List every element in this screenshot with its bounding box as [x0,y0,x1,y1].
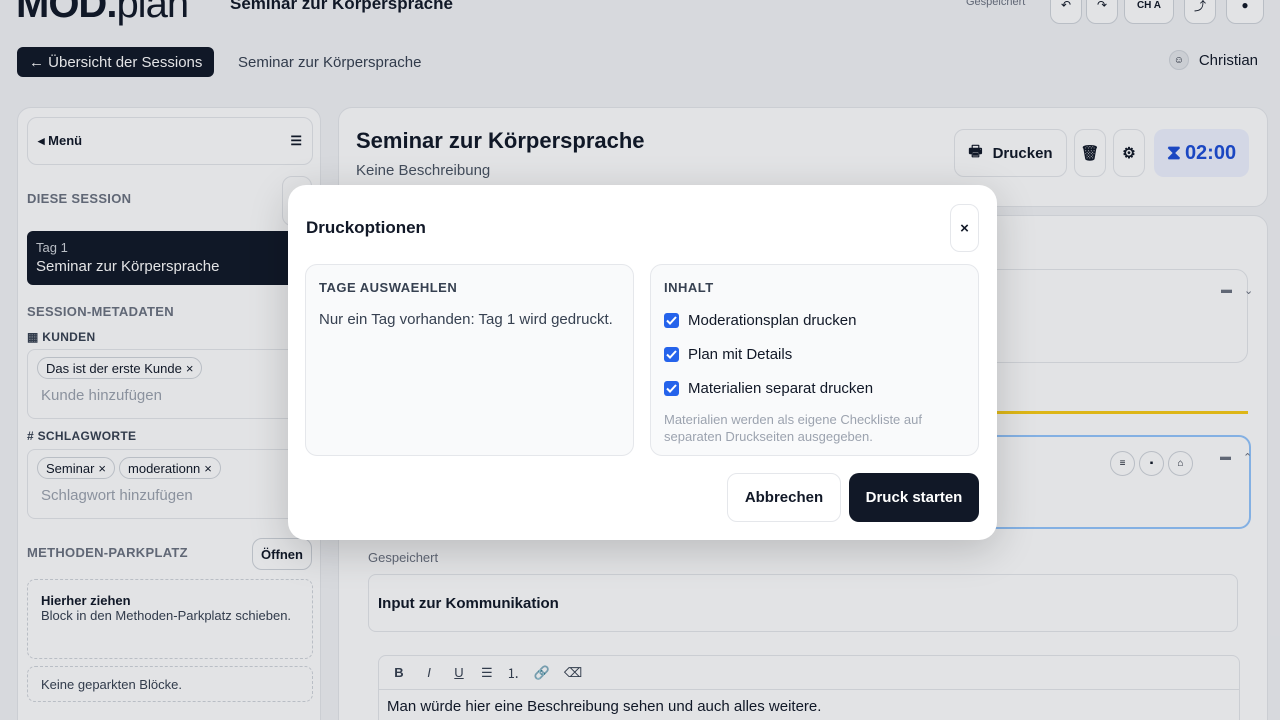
select-days-heading: TAGE AUSWAEHLEN [319,280,458,295]
content-heading: INHALT [664,280,714,295]
checkbox-checked-icon[interactable] [664,312,679,328]
option-moderation-plan[interactable]: Moderationsplan drucken [664,303,965,337]
print-options-dialog: Druckoptionen × TAGE AUSWAEHLEN Nur ein … [288,185,997,540]
option-plan-details[interactable]: Plan mit Details [664,337,965,371]
dialog-title: Druckoptionen [306,218,426,237]
close-button[interactable]: × [950,204,979,252]
start-print-button[interactable]: Druck starten [849,473,979,522]
checkbox-checked-icon[interactable] [664,380,679,396]
materials-hint: Materialien werden als eigene Checkliste… [664,412,922,444]
cancel-button[interactable]: Abbrechen [727,473,841,522]
option-materials-separate[interactable]: Materialien separat drucken [664,371,965,405]
content-panel: INHALT Moderationsplan drucken Plan mit … [650,264,979,456]
select-days-text: Nur ein Tag vorhanden: Tag 1 wird gedruc… [319,311,613,328]
close-icon: × [960,219,969,237]
checkbox-checked-icon[interactable] [664,346,679,362]
select-days-panel: TAGE AUSWAEHLEN Nur ein Tag vorhanden: T… [305,264,634,456]
